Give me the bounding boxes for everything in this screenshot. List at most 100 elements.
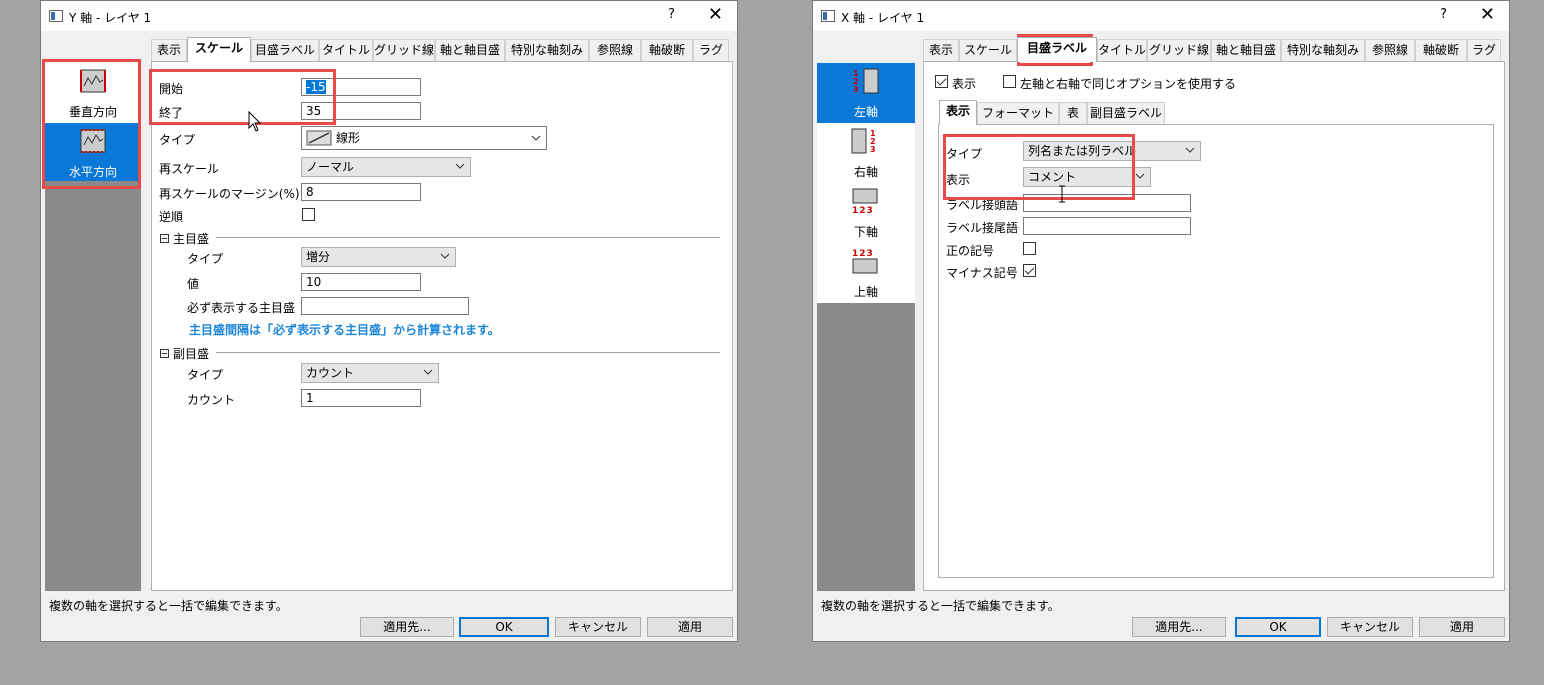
sidebar-item-right-axis[interactable]: 1 2 3 右軸 <box>817 123 915 183</box>
tab-tick-labels[interactable]: 目盛ラベル <box>251 39 319 61</box>
end-label: 終了 <box>159 106 184 120</box>
label-type-value: 列名または列ラベル <box>1028 144 1137 158</box>
ok-button[interactable]: OK <box>1235 617 1321 637</box>
window-icon <box>821 10 835 22</box>
tab-axis-break[interactable]: 軸破断 <box>641 39 693 61</box>
minor-type-select[interactable]: カウント <box>301 363 439 383</box>
linear-scale-icon <box>306 130 332 146</box>
rescale-margin-input[interactable]: 8 <box>301 183 421 201</box>
tab-grid-lines[interactable]: グリッド線 <box>373 39 435 61</box>
major-ticks-section[interactable]: 主目盛 <box>160 230 209 247</box>
start-label: 開始 <box>159 82 184 96</box>
same-options-label: 左軸と右軸で同じオプションを使用する <box>1020 77 1237 91</box>
apply-to-button[interactable]: 適用先... <box>1132 617 1226 637</box>
subtab-table[interactable]: 表 <box>1059 102 1087 124</box>
tab-display[interactable]: 表示 <box>151 39 187 61</box>
subtab-strip: 表示 フォーマット 表 副目盛ラベル <box>939 100 1169 125</box>
major-type-label: タイプ <box>187 252 224 266</box>
ok-button[interactable]: OK <box>459 617 549 637</box>
sidebar-item-label: 下軸 <box>853 225 878 239</box>
apply-button[interactable]: 適用 <box>647 617 733 637</box>
tab-line-and-ticks[interactable]: 軸と軸目盛 <box>1211 39 1281 61</box>
tab-grid-lines[interactable]: グリッド線 <box>1147 39 1211 61</box>
cancel-button[interactable]: キャンセル <box>555 617 641 637</box>
tab-scale[interactable]: スケール <box>187 37 251 62</box>
sidebar-item-label: 水平方向 <box>68 165 117 179</box>
type-label: タイプ <box>159 133 196 147</box>
apply-button[interactable]: 適用 <box>1419 617 1505 637</box>
label-type-select[interactable]: 列名または列ラベル <box>1023 141 1201 161</box>
display-select[interactable]: コメント <box>1023 167 1151 187</box>
plus-sign-label: 正の記号 <box>946 244 995 258</box>
suffix-input[interactable] <box>1023 217 1191 235</box>
tab-rug[interactable]: ラグ <box>693 39 729 61</box>
start-input[interactable]: -15 <box>301 78 421 96</box>
tab-reference-lines[interactable]: 参照線 <box>589 39 641 61</box>
minor-type-label: タイプ <box>187 368 224 382</box>
suffix-label: ラベル接尾語 <box>946 221 1019 235</box>
sidebar-item-bottom-axis[interactable]: 123 下軸 <box>817 183 915 243</box>
reverse-checkbox[interactable] <box>302 208 315 221</box>
end-input[interactable]: 35 <box>301 102 421 120</box>
close-icon[interactable]: ✕ <box>1480 4 1495 25</box>
tab-scale[interactable]: スケール <box>959 39 1017 61</box>
plus-sign-checkbox[interactable] <box>1023 242 1036 255</box>
tab-line-and-ticks[interactable]: 軸と軸目盛 <box>435 39 505 61</box>
top-axis-icon: 123 <box>852 249 878 274</box>
type-label: タイプ <box>946 147 983 161</box>
right-axis-icon: 1 2 3 <box>851 128 876 154</box>
x-axis-dialog: X 軸 - レイヤ 1 ? ✕ 1 2 3 左軸 1 2 3 右軸 123 下軸… <box>812 0 1510 642</box>
tab-tick-labels[interactable]: 目盛ラベル <box>1017 37 1097 62</box>
tab-strip: 表示 スケール 目盛ラベル タイトル グリッド線 軸と軸目盛 特別な軸刻み 参照… <box>923 37 1503 62</box>
apply-to-button[interactable]: 適用先... <box>360 617 454 637</box>
minus-sign-checkbox[interactable] <box>1023 264 1036 277</box>
sidebar-item-horizontal[interactable]: 水平方向 <box>45 123 141 181</box>
chevron-down-icon <box>455 163 465 169</box>
tab-axis-break[interactable]: 軸破断 <box>1415 39 1467 61</box>
tab-title[interactable]: タイトル <box>1097 39 1147 61</box>
close-icon[interactable]: ✕ <box>708 4 723 25</box>
must-show-label: 必ず表示する主目盛 <box>187 301 296 315</box>
title-bar: X 軸 - レイヤ 1 ? ✕ <box>813 1 1509 31</box>
axis-sidebar: 垂直方向 水平方向 <box>45 63 141 591</box>
scale-type-select[interactable]: 線形 <box>301 126 547 150</box>
reverse-label: 逆順 <box>159 210 184 224</box>
major-value-input[interactable]: 10 <box>301 273 421 291</box>
help-icon[interactable]: ? <box>668 7 675 22</box>
tab-strip: 表示 スケール 目盛ラベル タイトル グリッド線 軸と軸目盛 特別な軸刻み 参照… <box>151 37 731 62</box>
minor-count-input[interactable]: 1 <box>301 389 421 407</box>
tab-special-ticks[interactable]: 特別な軸刻み <box>1281 39 1365 61</box>
minor-ticks-section[interactable]: 副目盛 <box>160 345 209 362</box>
tab-display[interactable]: 表示 <box>923 39 959 61</box>
cancel-button[interactable]: キャンセル <box>1327 617 1413 637</box>
subtab-minor-tick-labels[interactable]: 副目盛ラベル <box>1087 102 1165 124</box>
sidebar-item-label: 上軸 <box>853 285 878 299</box>
major-type-select[interactable]: 増分 <box>301 247 456 267</box>
same-options-checkbox[interactable] <box>1003 75 1016 88</box>
must-show-input[interactable] <box>301 297 469 315</box>
subtab-format[interactable]: フォーマット <box>977 102 1059 124</box>
divider <box>216 237 720 238</box>
help-icon[interactable]: ? <box>1440 7 1447 22</box>
subtab-display[interactable]: 表示 <box>939 100 977 125</box>
sidebar-item-top-axis[interactable]: 123 上軸 <box>817 243 915 303</box>
sidebar-item-label: 右軸 <box>853 165 878 179</box>
tab-rug[interactable]: ラグ <box>1467 39 1501 61</box>
rescale-margin-label: 再スケールのマージン(%) <box>159 187 300 201</box>
tab-special-ticks[interactable]: 特別な軸刻み <box>505 39 589 61</box>
left-axis-icon: 1 2 3 <box>853 68 879 94</box>
status-text: 複数の軸を選択すると一括で編集できます。 <box>49 599 288 613</box>
svg-text:123: 123 <box>852 206 874 215</box>
tab-title[interactable]: タイトル <box>319 39 373 61</box>
sidebar-item-left-axis[interactable]: 1 2 3 左軸 <box>817 63 915 123</box>
display-label: 表示 <box>946 173 971 187</box>
y-axis-dialog: Y 軸 - レイヤ 1 ? ✕ 垂直方向 水平方向 表示 スケール 目盛ラベル … <box>40 0 738 642</box>
show-checkbox[interactable] <box>935 75 948 88</box>
minor-ticks-header: 副目盛 <box>173 347 210 361</box>
display-subpanel: タイプ 列名または列ラベル 表示 コメント ラベル接頭語 ラベル接尾語 正の記号… <box>938 124 1494 578</box>
tab-reference-lines[interactable]: 参照線 <box>1365 39 1415 61</box>
sidebar-item-vertical[interactable]: 垂直方向 <box>45 63 141 123</box>
rescale-select[interactable]: ノーマル <box>301 157 471 177</box>
prefix-input[interactable] <box>1023 194 1191 212</box>
chevron-down-icon <box>1185 147 1195 153</box>
